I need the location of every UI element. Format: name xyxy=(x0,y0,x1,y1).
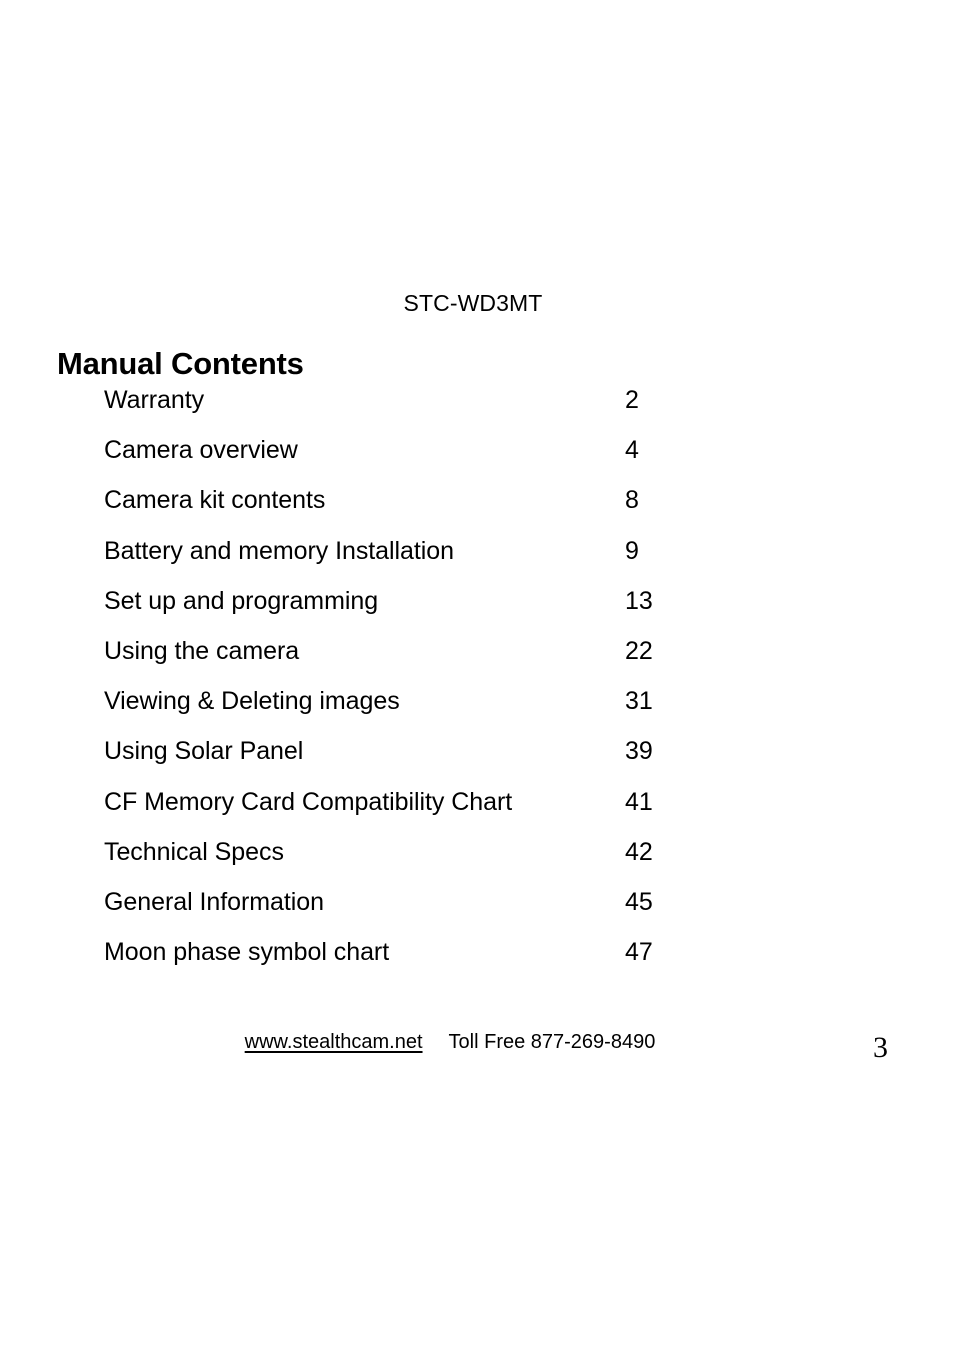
toc-entry-page: 41 xyxy=(625,787,653,816)
toc-entry-page: 31 xyxy=(625,687,653,716)
model-number: STC-WD3MT xyxy=(403,290,543,316)
toc-entry-label: General Information xyxy=(104,887,324,916)
toc-entry-page: 9 xyxy=(625,536,639,565)
toc-entry[interactable]: Moon phase symbol chart 47 xyxy=(104,940,804,990)
toc-entry-label: Camera kit contents xyxy=(104,486,326,515)
footer-contact-line: www.stealthcam.net Toll Free 877-269-8490 xyxy=(0,1032,954,1052)
toc-entry-label: Moon phase symbol chart xyxy=(104,938,390,967)
model-number-line: STC-WD3MT xyxy=(0,292,954,315)
toc-entry-page: 45 xyxy=(625,887,653,916)
toc-entry[interactable]: Set up and programming 13 xyxy=(104,586,804,639)
toc-entry-page: 13 xyxy=(625,586,653,615)
toc-entry-label: Battery and memory Installation xyxy=(104,536,455,565)
toll-free-phone: Toll Free 877-269-8490 xyxy=(448,1031,656,1053)
toc-entry-label: Using the camera xyxy=(104,636,300,665)
toc-entry-page: 22 xyxy=(625,636,653,665)
toc-entry-label: Set up and programming xyxy=(104,586,379,615)
toc-entry[interactable]: Using the camera 22 xyxy=(104,636,804,689)
toc-entry-label: Viewing & Deleting images xyxy=(104,687,400,716)
toc-entry-label: Warranty xyxy=(104,386,205,414)
toc-entry-label: Using Solar Panel xyxy=(104,737,304,766)
toc-entry-label: Technical Specs xyxy=(104,837,284,866)
toc-entry-page: 39 xyxy=(625,737,653,766)
table-of-contents: Warranty 2 Camera overview 4 Camera kit … xyxy=(104,388,804,990)
toc-entry[interactable]: Technical Specs 42 xyxy=(104,837,804,890)
toc-entry[interactable]: General Information 45 xyxy=(104,887,804,940)
toc-entry-page: 4 xyxy=(625,436,639,465)
toc-entry-page: 8 xyxy=(625,486,639,515)
toc-entry-page: 2 xyxy=(625,386,639,414)
toc-entry[interactable]: Warranty 2 xyxy=(104,388,804,438)
website-link[interactable]: www.stealthcam.net xyxy=(245,1031,423,1053)
toc-entry[interactable]: Viewing & Deleting images 31 xyxy=(104,689,804,739)
document-page: STC-WD3MT Manual Contents Warranty 2 Cam… xyxy=(0,0,954,1351)
toc-entry[interactable]: Camera overview 4 xyxy=(104,438,804,488)
printed-page-number: 3 xyxy=(873,1031,888,1064)
footer-inner: www.stealthcam.net Toll Free 877-269-8490 xyxy=(245,1032,656,1052)
toc-entry[interactable]: Battery and memory Installation 9 xyxy=(104,536,804,589)
toc-entry[interactable]: Using Solar Panel 39 xyxy=(104,739,804,789)
toc-entry[interactable]: CF Memory Card Compatibility Chart 41 xyxy=(104,787,804,840)
toc-entry-label: CF Memory Card Compatibility Chart xyxy=(104,787,513,816)
toc-entry-page: 42 xyxy=(625,837,653,866)
toc-entry-page: 47 xyxy=(625,938,653,967)
toc-entry[interactable]: Camera kit contents 8 xyxy=(104,488,804,538)
page-title: Manual Contents xyxy=(57,345,304,381)
toc-entry-label: Camera overview xyxy=(104,436,298,465)
